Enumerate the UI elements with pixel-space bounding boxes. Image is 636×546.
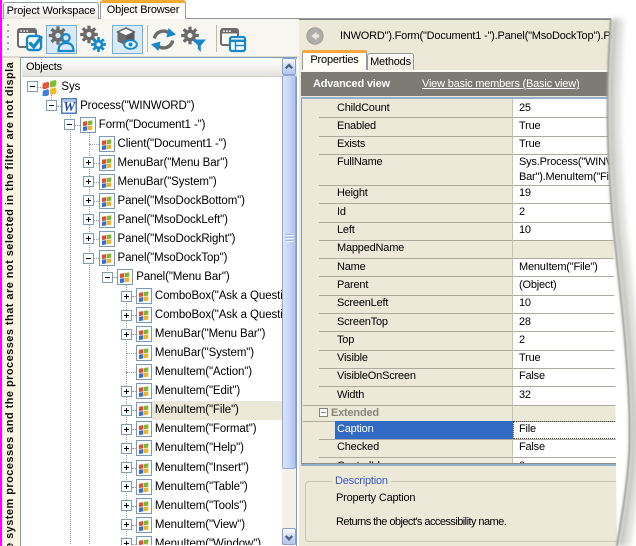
svg-text:W: W: [64, 99, 77, 114]
